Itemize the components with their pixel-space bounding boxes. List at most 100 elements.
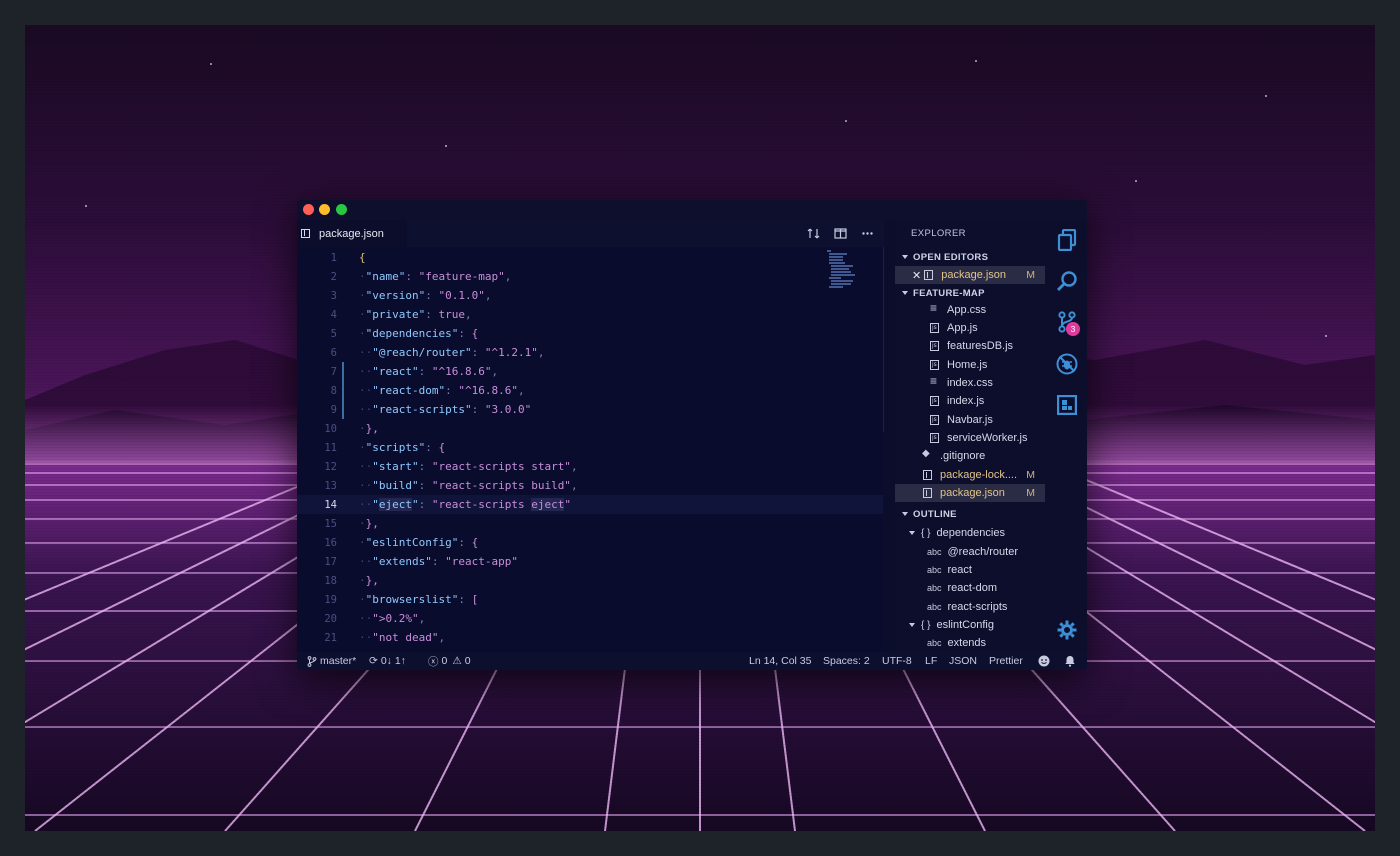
file-item[interactable]: .gitignore <box>895 447 1045 465</box>
line-number: 1 <box>330 251 337 264</box>
json-value: "0.1.0" <box>438 289 485 302</box>
close-window-button[interactable] <box>303 204 314 215</box>
warning-icon: ⚠ <box>452 655 462 667</box>
line-number: 2 <box>330 270 337 283</box>
chevron-down-icon <box>909 623 915 627</box>
json-key: " <box>372 498 379 511</box>
explorer-button[interactable] <box>1056 229 1078 251</box>
settings-button[interactable] <box>1056 619 1078 641</box>
json-file-icon <box>923 470 932 480</box>
file-name: index.js <box>947 395 985 407</box>
json-key: "react" <box>372 365 419 378</box>
code-editor[interactable]: 1{ 2 ·"name": "feature-map", 3 ·"version":… <box>297 247 884 652</box>
formatter-status[interactable]: Prettier <box>989 652 1023 670</box>
line-number: 6 <box>330 346 337 359</box>
json-value: "^1.2.1" <box>484 346 538 359</box>
scrollbar-thumb[interactable] <box>883 247 884 432</box>
extensions-button[interactable] <box>1056 394 1078 416</box>
search-button[interactable] <box>1056 270 1078 292</box>
json-value: "react-scripts start" <box>431 460 571 473</box>
outline-name: @reach/router <box>947 546 1018 558</box>
line-number: 5 <box>330 327 337 340</box>
string-icon: abc <box>927 583 942 593</box>
outline-item[interactable]: abc react <box>895 561 1045 579</box>
json-value: "^16.8.6" <box>431 365 492 378</box>
file-item[interactable]: App.js <box>895 319 1045 337</box>
error-count: 0 <box>441 655 448 667</box>
line-number: 18 <box>324 574 337 587</box>
line-number: 19 <box>324 593 337 606</box>
file-item[interactable]: featuresDB.js <box>895 337 1045 355</box>
outline-item[interactable]: abc extends <box>895 634 1045 652</box>
file-name: .gitignore <box>940 450 986 462</box>
file-name: package.json <box>941 269 1007 281</box>
tab-label: package.json <box>319 227 384 240</box>
close-icon[interactable]: ✕ <box>912 269 921 282</box>
file-item[interactable]: Home.js <box>895 356 1045 374</box>
outline-section[interactable]: OUTLINE <box>895 506 1047 522</box>
language-status[interactable]: JSON <box>949 652 977 670</box>
eol-status[interactable]: LF <box>925 652 937 670</box>
css-file-icon <box>930 374 939 388</box>
file-item[interactable]: index.js <box>895 392 1045 410</box>
file-item[interactable]: index.css <box>895 374 1045 392</box>
open-editor-item[interactable]: ✕ package.json M <box>895 266 1045 284</box>
outline-name: react-dom <box>947 582 998 594</box>
minimize-window-button[interactable] <box>319 204 330 215</box>
outline-item[interactable]: { } eslintConfig <box>895 616 1045 634</box>
open-editors-section[interactable]: OPEN EDITORS <box>895 249 1047 265</box>
json-value: "not dead" <box>372 631 439 644</box>
file-item[interactable]: Navbar.js <box>895 411 1045 429</box>
line-number: 11 <box>324 441 337 454</box>
json-key: "start" <box>372 460 419 473</box>
indentation-status[interactable]: Spaces: 2 <box>823 652 870 670</box>
json-file-icon <box>301 229 310 238</box>
file-item[interactable]: package-lock.... M <box>895 466 1045 484</box>
outline-item[interactable]: abc @reach/router <box>895 543 1045 561</box>
highlighted-word: eject <box>378 498 412 511</box>
sync-status[interactable]: ⟳ 0↓ 1↑ <box>369 652 406 670</box>
title-bar <box>297 200 1087 220</box>
open-changes-button[interactable] <box>807 227 820 240</box>
json-key: "private" <box>365 308 426 321</box>
json-key: " <box>412 498 419 511</box>
maximize-window-button[interactable] <box>336 204 347 215</box>
branch-status[interactable]: master* <box>307 652 356 670</box>
extensions-icon <box>1057 395 1077 415</box>
string-icon: abc <box>927 547 942 557</box>
folder-section[interactable]: FEATURE-MAP <box>895 285 1047 301</box>
file-item-selected[interactable]: package.json M <box>895 484 1045 502</box>
feedback-button[interactable] <box>1038 652 1050 670</box>
file-item[interactable]: serviceWorker.js <box>895 429 1045 447</box>
json-value: "react-scripts <box>431 498 532 511</box>
modified-badge: M <box>1026 487 1035 499</box>
line-number: 4 <box>330 308 337 321</box>
file-name: featuresDB.js <box>947 340 1014 352</box>
outline-item[interactable]: abc react-scripts <box>895 598 1045 616</box>
json-key: "scripts" <box>365 441 426 454</box>
file-item[interactable]: App.css <box>895 301 1045 319</box>
tab-package-json[interactable]: package.json <box>297 220 407 247</box>
status-bar: master* ⟳ 0↓ 1↑ ⓧ 0 ⚠ 0 Ln 14, Col 35 Sp… <box>297 652 1087 670</box>
split-editor-button[interactable] <box>834 227 847 240</box>
section-label: OUTLINE <box>913 508 957 520</box>
minimap[interactable] <box>827 250 855 290</box>
json-key: "version" <box>365 289 426 302</box>
line-number: 16 <box>324 536 337 549</box>
string-icon: abc <box>927 565 942 575</box>
line-number: 15 <box>324 517 337 530</box>
encoding-status[interactable]: UTF-8 <box>882 652 912 670</box>
line-number: 17 <box>324 555 337 568</box>
cursor-position[interactable]: Ln 14, Col 35 <box>749 652 811 670</box>
problems-status[interactable]: ⓧ 0 ⚠ 0 <box>428 652 471 670</box>
editor-actions <box>807 220 874 247</box>
debug-button[interactable] <box>1056 353 1078 375</box>
notifications-button[interactable] <box>1064 652 1076 670</box>
line-number: 13 <box>324 479 337 492</box>
more-actions-button[interactable] <box>861 227 874 240</box>
json-file-icon <box>923 488 932 498</box>
outline-item[interactable]: abc react-dom <box>895 579 1045 597</box>
outline-item[interactable]: { } dependencies <box>895 524 1045 542</box>
json-key: "extends" <box>372 555 432 568</box>
json-key: "browserslist" <box>365 593 459 606</box>
